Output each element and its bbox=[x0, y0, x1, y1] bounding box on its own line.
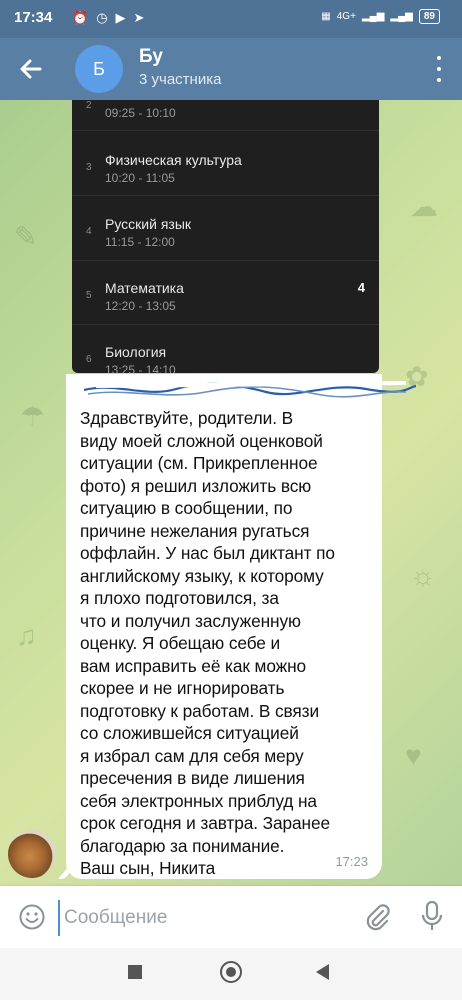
microphone-icon[interactable] bbox=[420, 900, 444, 932]
status-notification-icons: ⏰ ◷ ▶ ➤ bbox=[72, 10, 144, 26]
lesson-time: 12:20 - 13:05 bbox=[105, 299, 176, 313]
lesson-number: 6 bbox=[86, 354, 92, 365]
wallpaper-doodle-icon: ✎ bbox=[14, 221, 38, 252]
wallpaper-doodle-icon: ☼ bbox=[410, 560, 436, 591]
message-text: Здравствуйте, родители. В виду моей слож… bbox=[80, 408, 335, 878]
lesson-row: 6 Биология 13:25 - 14:10 bbox=[72, 332, 379, 373]
recent-apps-icon[interactable] bbox=[128, 965, 142, 979]
chat-avatar[interactable]: Б bbox=[75, 45, 123, 93]
message-input[interactable] bbox=[58, 900, 366, 936]
alarm-off-icon: ⏰ bbox=[72, 10, 89, 25]
chat-title[interactable]: Бу bbox=[139, 46, 163, 68]
lesson-time: 10:20 - 11:05 bbox=[105, 171, 175, 185]
lesson-name: Русский язык bbox=[105, 216, 192, 232]
lesson-number: 4 bbox=[86, 226, 92, 237]
lesson-time: 13:25 - 14:10 bbox=[105, 363, 176, 373]
network-type: 4G+ bbox=[336, 11, 356, 22]
lesson-number: 5 bbox=[86, 290, 92, 301]
more-menu-icon[interactable] bbox=[434, 56, 444, 82]
lesson-number: 2 bbox=[86, 100, 92, 111]
wifi-signal-icon: ▂▄▆ bbox=[390, 11, 413, 22]
wallpaper-doodle-icon: ♥ bbox=[405, 740, 422, 771]
wallpaper-doodle-icon: ♫ bbox=[16, 620, 37, 651]
paperclip-icon[interactable] bbox=[363, 902, 391, 932]
lesson-name: Биология bbox=[105, 344, 167, 360]
youtube-icon: ▶ bbox=[115, 10, 126, 25]
wallpaper-doodle-icon: ☂ bbox=[20, 401, 46, 432]
message-time: 17:23 bbox=[335, 854, 368, 869]
lesson-row: 4 Русский язык 11:15 - 12:00 bbox=[72, 204, 379, 268]
telegram-icon: ➤ bbox=[133, 10, 145, 25]
lesson-grade: 4 bbox=[357, 280, 365, 295]
divider bbox=[72, 324, 379, 325]
battery-icon: 89 bbox=[418, 9, 440, 24]
wallpaper-doodle-icon: ☁ bbox=[410, 191, 438, 222]
system-navigation-bar bbox=[0, 948, 462, 1000]
back-triangle-icon[interactable] bbox=[316, 964, 329, 980]
sender-avatar[interactable] bbox=[8, 830, 56, 878]
lesson-time: 09:25 - 10:10 bbox=[105, 106, 176, 120]
status-time: 17:34 bbox=[14, 9, 53, 26]
lesson-name: Физическая культура bbox=[105, 152, 242, 168]
message-bubble[interactable]: Здравствуйте, родители. В виду моей слож… bbox=[66, 374, 416, 879]
emoji-icon[interactable] bbox=[18, 903, 46, 931]
alarm-icon: ◷ bbox=[96, 10, 108, 25]
back-arrow-icon[interactable] bbox=[16, 54, 46, 84]
lesson-number: 3 bbox=[86, 162, 92, 173]
signal-icon: ▂▄▆ bbox=[361, 11, 385, 22]
divider bbox=[72, 195, 379, 196]
divider bbox=[72, 260, 379, 261]
divider bbox=[72, 130, 379, 131]
message-composer bbox=[0, 886, 462, 948]
lesson-time: 11:15 - 12:00 bbox=[105, 235, 175, 249]
status-right-icons: ▦ 4G+ ▂▄▆ ▂▄▆ 89 bbox=[321, 9, 440, 24]
status-bar: 17:34 ⏰ ◷ ▶ ➤ ▦ 4G+ ▂▄▆ ▂▄▆ 89 bbox=[0, 0, 462, 38]
schedule-photo[interactable]: 2 09:25 - 10:10 3 Физическая культура 10… bbox=[72, 100, 379, 373]
chat-members-count: 3 участника bbox=[139, 71, 222, 88]
chat-header: Б Бу 3 участника bbox=[0, 38, 462, 100]
volte-icon: ▦ bbox=[321, 11, 331, 22]
lesson-row: 5 Математика 12:20 - 13:05 4 bbox=[72, 268, 379, 332]
scribbled-out-text bbox=[83, 381, 416, 398]
home-icon[interactable] bbox=[220, 961, 242, 983]
chat-messages-area[interactable]: ✎ ☂ ♫ ☁ ✿ ☼ ♥ 2 09:25 - 10:10 3 Физическ… bbox=[0, 100, 462, 886]
lesson-name: Математика bbox=[105, 280, 184, 296]
